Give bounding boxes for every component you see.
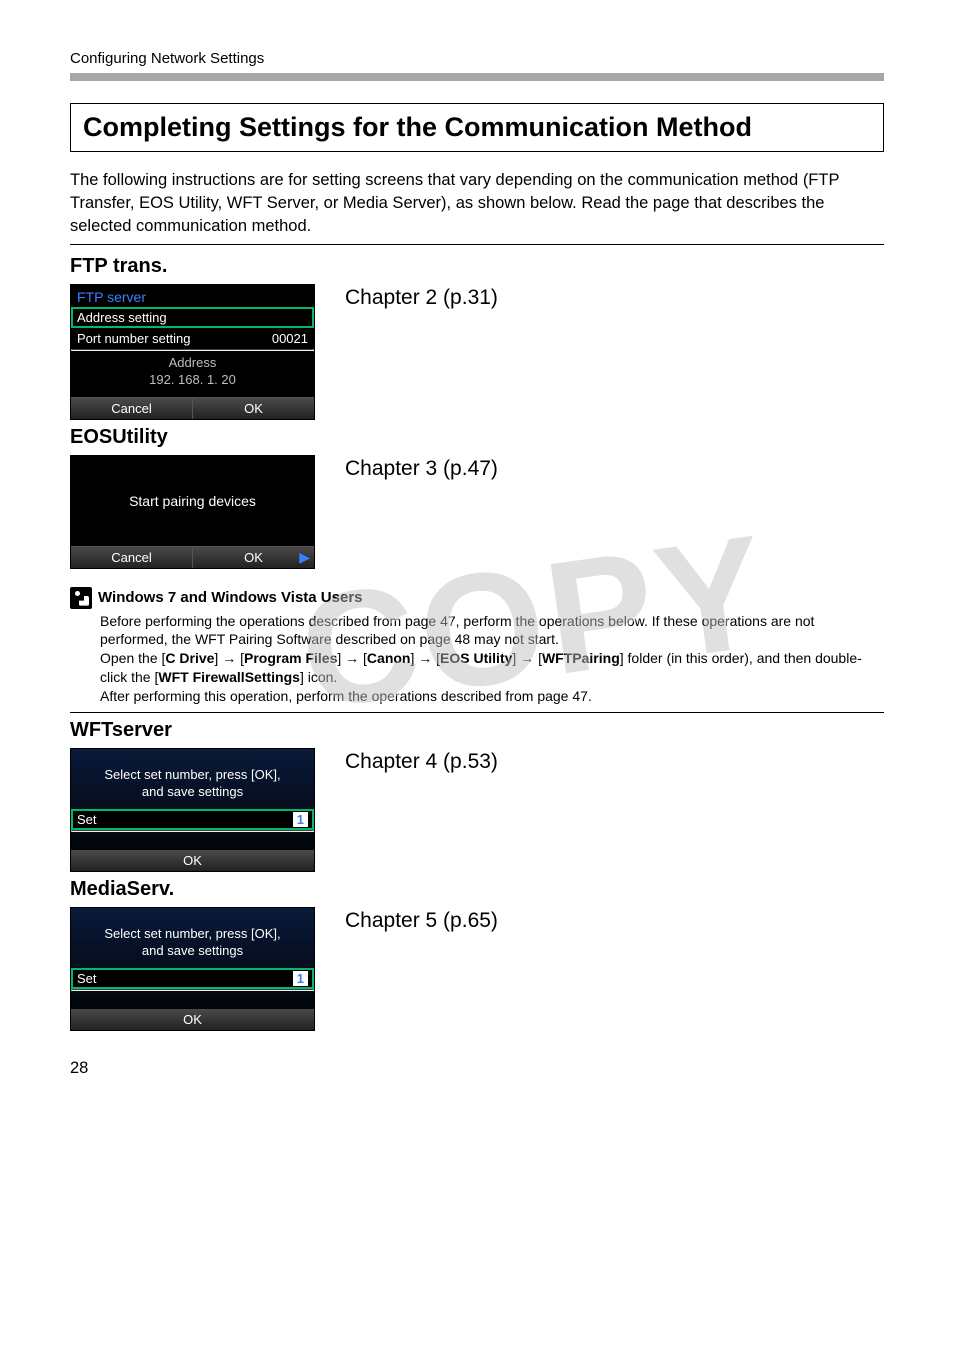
eos-ok-label: OK [244,550,263,565]
media-heading: MediaServ. [70,878,884,901]
eos-heading: EOSUtility [70,426,884,449]
media-set-value: 1 [293,971,308,986]
eos-chapter-ref: Chapter 3 (p.47) [345,457,498,481]
ftp-address-label: Address [71,355,314,372]
media-screen: Select set number, press [OK], and save … [70,907,315,1031]
note-rule [70,712,884,713]
note-box: Windows 7 and Windows Vista Users Before… [70,587,884,713]
wft-chapter-ref: Chapter 4 (p.53) [345,750,498,774]
page-title: Completing Settings for the Communicatio… [83,112,871,143]
wft-instruction-line2: and save settings [71,784,314,801]
note-wftpairing: WFTPairing [542,650,620,666]
eos-cancel-button: Cancel [71,547,192,568]
eos-screen: Start pairing devices Cancel OK ▶ [70,455,315,569]
ftp-heading: FTP trans. [70,255,884,278]
eos-center-text: Start pairing devices [71,456,314,546]
note-icon [70,587,92,609]
intro-separator [70,244,884,245]
header-rule [70,73,884,81]
media-instruction: Select set number, press [OK], and save … [71,922,314,968]
running-header: Configuring Network Settings [70,50,884,67]
ftp-address-value: 192. 168. 1. 20 [71,372,314,389]
ftp-address-setting-row: Address setting [71,307,314,328]
wft-instruction: Select set number, press [OK], and save … [71,763,314,809]
ftp-chapter-ref: Chapter 2 (p.31) [345,286,498,310]
note-open-prefix: Open the [ [100,650,165,666]
arrow2: → [341,650,363,666]
ftp-port-row: Port number setting 00021 [71,328,314,349]
ftp-port-label: Port number setting [77,331,190,346]
note-canon: Canon [367,650,411,666]
chevron-right-icon: ▶ [299,549,310,566]
note-heading: Windows 7 and Windows Vista Users [98,589,363,606]
wft-ok-button: OK [71,850,314,871]
note-cdrive: C Drive [165,650,214,666]
arrow3: → [414,650,436,666]
note-programfiles: Program Files [244,650,337,666]
ftp-cancel-button: Cancel [71,398,192,419]
media-ok-button: OK [71,1009,314,1030]
ftp-address-setting-label: Address setting [77,310,167,325]
note-eosutility: EOS Utility [440,650,512,666]
media-set-row: Set 1 [71,968,314,989]
ftp-screen-title: FTP server [71,285,314,307]
page-number: 28 [70,1059,884,1078]
media-instruction-line2: and save settings [71,943,314,960]
wft-set-label: Set [77,812,97,827]
note-line1: Before performing the operations describ… [100,613,814,648]
ftp-screen: FTP server Address setting Port number s… [70,284,315,420]
media-instruction-line1: Select set number, press [OK], [71,926,314,943]
wft-heading: WFTserver [70,719,884,742]
ftp-ok-button: OK [192,398,314,419]
media-chapter-ref: Chapter 5 (p.65) [345,909,498,933]
wft-screen: Select set number, press [OK], and save … [70,748,315,872]
note-body: Before performing the operations describ… [100,612,884,706]
wft-set-row: Set 1 [71,809,314,830]
intro-paragraph: The following instructions are for setti… [70,169,884,238]
eos-ok-button: OK ▶ [192,547,314,568]
title-box: Completing Settings for the Communicatio… [70,103,884,152]
arrow1: → [218,650,240,666]
media-set-label: Set [77,971,97,986]
ftp-address-block: Address 192. 168. 1. 20 [71,351,314,397]
note-icon-suffix: ] icon. [300,669,337,685]
wft-set-value: 1 [293,812,308,827]
note-last: After performing this operation, perform… [100,688,592,704]
ftp-port-value: 00021 [272,331,308,346]
note-wftfirewall: WFT FirewallSettings [158,669,300,685]
arrow4: → [516,650,538,666]
wft-instruction-line1: Select set number, press [OK], [71,767,314,784]
